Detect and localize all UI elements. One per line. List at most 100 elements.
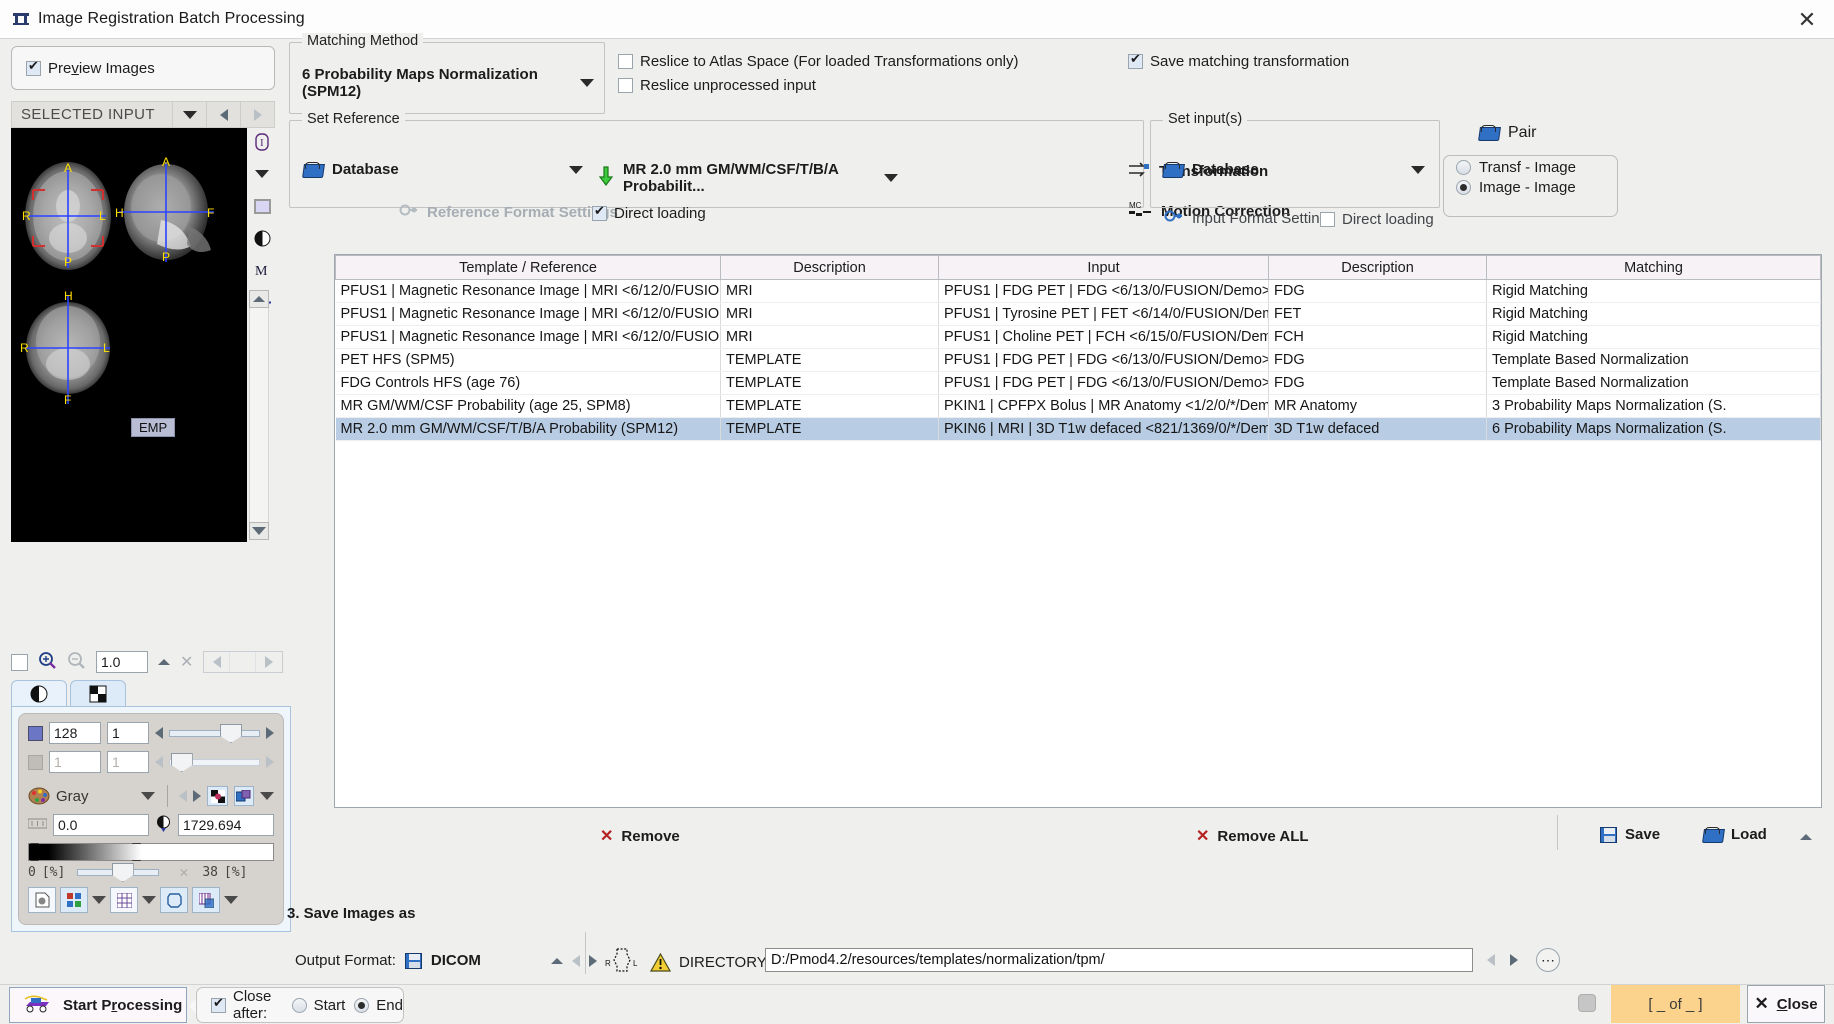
chevron-down-icon[interactable] <box>580 79 594 87</box>
fusion-dropdown-icon[interactable] <box>92 896 106 904</box>
remove-button[interactable]: ✕ Remove <box>600 826 680 846</box>
close-after-end-radio[interactable]: End <box>354 997 403 1014</box>
directory-next-icon[interactable] <box>1510 954 1518 966</box>
roi-mode-button[interactable] <box>160 887 188 913</box>
contrast-icon[interactable] <box>252 228 272 248</box>
frame-prev-button[interactable] <box>204 652 231 672</box>
save-matching-checkbox[interactable]: Save matching transformation <box>1128 52 1349 70</box>
reference-format-settings-button[interactable]: Reference Format Settings <box>398 202 618 223</box>
frame-next-button[interactable] <box>256 652 282 672</box>
gradient-handle-max[interactable] <box>132 843 141 861</box>
scroll-down-button[interactable] <box>249 522 269 540</box>
reference-template-combobox[interactable]: MR 2.0 mm GM/WM/CSF/T/B/A Probabilit... <box>598 161 898 195</box>
column-header-template-reference[interactable]: Template / Reference <box>335 255 721 280</box>
range-max-input[interactable] <box>178 814 274 836</box>
table-row[interactable]: PET HFS (SPM5) TEMPLATE PFUS1 | FDG PET … <box>335 348 1821 372</box>
marker-m-icon[interactable]: M <box>252 260 272 280</box>
column-header-matching[interactable]: Matching <box>1486 255 1821 280</box>
close-dialog-button[interactable]: ✕ Close <box>1747 985 1825 1023</box>
slice2-step-input[interactable] <box>107 751 149 773</box>
color-gradient-bar[interactable] <box>28 843 274 861</box>
start-processing-button[interactable]: Start Processing <box>9 987 187 1023</box>
slice2-next-icon[interactable] <box>266 756 274 768</box>
color-next-icon[interactable] <box>193 790 202 802</box>
slice2-value-input[interactable] <box>49 751 101 773</box>
column-header-description-1[interactable]: Description <box>720 255 939 280</box>
table-row[interactable]: PFUS1 | Magnetic Resonance Image | MRI <… <box>335 302 1821 326</box>
slice-next-icon[interactable] <box>266 727 274 739</box>
directory-browse-button[interactable]: ⋯ <box>1536 948 1560 972</box>
table-row[interactable]: PFUS1 | Magnetic Resonance Image | MRI <… <box>335 325 1821 349</box>
close-after-checkbox[interactable]: Close after: <box>211 988 277 1022</box>
selected-input-prev[interactable] <box>206 102 240 127</box>
close-after-start-radio[interactable]: Start <box>291 997 345 1014</box>
invert-colors-button[interactable] <box>207 786 228 806</box>
color-options-dropdown-icon[interactable] <box>259 792 274 800</box>
table-row[interactable]: FDG Controls HFS (age 76) TEMPLATE PFUS1… <box>335 371 1821 395</box>
registration-pairs-table[interactable]: Template / Reference Description Input D… <box>334 254 1822 808</box>
slice-value-input[interactable] <box>49 722 101 744</box>
slice-prev-icon[interactable] <box>155 727 163 739</box>
tab-contrast[interactable] <box>11 680 67 707</box>
input-source-combobox[interactable]: Database <box>1163 161 1425 178</box>
reslice-atlas-checkbox[interactable]: Reslice to Atlas Space (For loaded Trans… <box>618 53 1019 70</box>
tab-layout[interactable] <box>70 680 126 707</box>
close-icon[interactable]: ✕ <box>1794 7 1820 33</box>
pair-option-transf-image[interactable]: Transf - Image <box>1444 156 1617 176</box>
load-more-icon[interactable] <box>1800 834 1812 840</box>
color-table-dropdown-icon[interactable] <box>140 792 155 800</box>
slice-step-input[interactable] <box>107 722 149 744</box>
image-viewer[interactable]: A P R L A P H F H F R L EMP <box>11 128 247 542</box>
scroll-track[interactable] <box>249 308 269 522</box>
table-row-selected[interactable]: MR 2.0 mm GM/WM/CSF/T/B/A Probability (S… <box>335 417 1821 441</box>
load-list-button[interactable]: Load <box>1703 826 1767 843</box>
zoom-value-input[interactable] <box>96 651 148 673</box>
directory-input[interactable] <box>765 948 1473 972</box>
output-format-prev-icon[interactable] <box>571 954 580 967</box>
matching-method-combobox[interactable]: 6 Probability Maps Normalization (SPM12) <box>302 66 594 100</box>
info-icon[interactable]: I <box>252 132 272 152</box>
selected-input-next[interactable] <box>240 102 274 127</box>
pair-button[interactable]: Pair <box>1479 124 1536 142</box>
viewer-scrollbar[interactable] <box>249 290 269 542</box>
copy-color-button[interactable] <box>233 786 254 806</box>
color-swatch-icon[interactable] <box>252 196 272 216</box>
directory-prev-icon[interactable] <box>1487 954 1495 966</box>
preview-images-checkbox[interactable]: Preview Images <box>26 59 155 77</box>
fit-checkbox[interactable] <box>11 653 28 671</box>
column-header-input[interactable]: Input <box>938 255 1269 280</box>
reslice-unprocessed-checkbox[interactable]: Reslice unprocessed input <box>618 77 816 94</box>
chevron-down-icon[interactable] <box>884 174 898 182</box>
grid-mode-button[interactable] <box>110 887 138 913</box>
scroll-up-button[interactable] <box>249 290 269 308</box>
clear-zoom-icon[interactable]: ✕ <box>180 652 193 672</box>
table-row[interactable]: PFUS1 | Magnetic Resonance Image | MRI <… <box>335 279 1821 303</box>
slice2-prev-icon[interactable] <box>155 756 163 768</box>
zoom-in-icon[interactable] <box>38 651 57 674</box>
compare-dropdown-icon[interactable] <box>224 896 238 904</box>
percent-slider[interactable] <box>77 863 160 882</box>
secondary-layer-swatch[interactable] <box>28 754 43 770</box>
chevron-down-icon[interactable] <box>1411 165 1425 174</box>
frame-nav-group[interactable] <box>203 651 284 673</box>
gradient-handle-min[interactable] <box>30 843 39 861</box>
grid-dropdown-icon[interactable] <box>142 896 156 904</box>
table-row[interactable]: MR GM/WM/CSF Probability (age 25, SPM8) … <box>335 394 1821 418</box>
selected-input-dropdown[interactable] <box>172 102 206 127</box>
fusion-mode-button[interactable] <box>60 887 88 913</box>
zoom-out-icon[interactable] <box>67 651 86 674</box>
input-direct-loading-checkbox[interactable]: Direct loading <box>1320 211 1434 228</box>
output-format-expand-icon[interactable] <box>550 957 563 964</box>
output-format-next-icon[interactable] <box>588 954 597 967</box>
orientation-icon[interactable]: RL <box>605 946 641 978</box>
input-format-settings-button[interactable]: Input Format Settings <box>1163 208 1335 229</box>
zoom-preset-icon[interactable] <box>158 659 170 665</box>
reference-direct-loading-checkbox[interactable]: Direct loading <box>592 204 706 222</box>
primary-layer-swatch[interactable] <box>28 725 43 741</box>
chevron-down-icon[interactable] <box>569 165 583 174</box>
pair-option-image-image[interactable]: Image - Image <box>1444 176 1617 196</box>
range-min-input[interactable] <box>53 814 149 836</box>
reference-source-combobox[interactable]: Database <box>303 161 583 178</box>
save-list-button[interactable]: Save <box>1600 826 1660 843</box>
overlay-mode-button[interactable] <box>28 887 56 913</box>
